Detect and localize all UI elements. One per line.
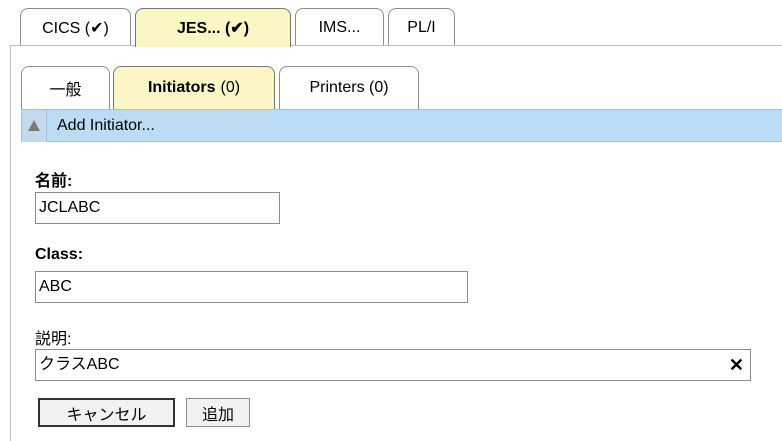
jes-subtab-bar: 一般 Initiators (0) Printers (0)	[21, 66, 782, 109]
triangle-up-icon	[28, 120, 40, 131]
tab-pli[interactable]: PL/I	[388, 8, 455, 46]
tab-printers-label: Printers (0)	[309, 79, 389, 96]
cancel-button[interactable]: キャンセル	[38, 398, 175, 427]
class-input[interactable]: ABC	[35, 271, 468, 303]
tab-initiators-label: Initiators	[147, 79, 216, 96]
tab-initiators-count: (0)	[220, 79, 241, 96]
name-input-value: JCLABC	[39, 199, 101, 216]
tab-printers[interactable]: Printers (0)	[279, 66, 419, 109]
class-label: Class:	[35, 246, 84, 263]
jes-panel: 一般 Initiators (0) Printers (0) Add Initi…	[10, 46, 782, 441]
name-label: 名前:	[35, 173, 73, 190]
tab-initiators[interactable]: Initiators (0)	[113, 66, 275, 109]
add-button[interactable]: 追加	[186, 398, 250, 427]
tab-ims[interactable]: IMS...	[295, 8, 384, 46]
tab-pli-label: PL/I	[407, 18, 436, 36]
tab-general[interactable]: 一般	[21, 66, 110, 109]
clear-icon[interactable]: ✕	[729, 355, 744, 375]
cancel-button-label: キャンセル	[66, 406, 147, 424]
description-label: 説明:	[35, 331, 72, 348]
name-input[interactable]: JCLABC	[35, 192, 280, 224]
tab-general-label: 一般	[49, 82, 82, 99]
add-initiator-label: Add Initiator...	[57, 116, 155, 134]
description-input[interactable]: クラスABC ✕	[35, 349, 751, 381]
tab-jes-label: JES... (✔)	[176, 20, 250, 37]
class-input-value: ABC	[39, 278, 72, 295]
description-input-value: クラスABC	[39, 356, 120, 373]
collapse-toggle[interactable]	[22, 109, 47, 142]
tab-ims-label: IMS...	[318, 18, 361, 36]
product-tab-bar: CICS (✔) JES... (✔) IMS... PL/I	[10, 0, 782, 47]
add-button-label: 追加	[201, 406, 234, 424]
tab-cics-label: CICS (✔)	[42, 19, 109, 37]
tab-cics[interactable]: CICS (✔)	[20, 8, 131, 46]
tab-jes[interactable]: JES... (✔)	[135, 8, 291, 47]
add-initiator-bar[interactable]: Add Initiator...	[21, 109, 782, 142]
